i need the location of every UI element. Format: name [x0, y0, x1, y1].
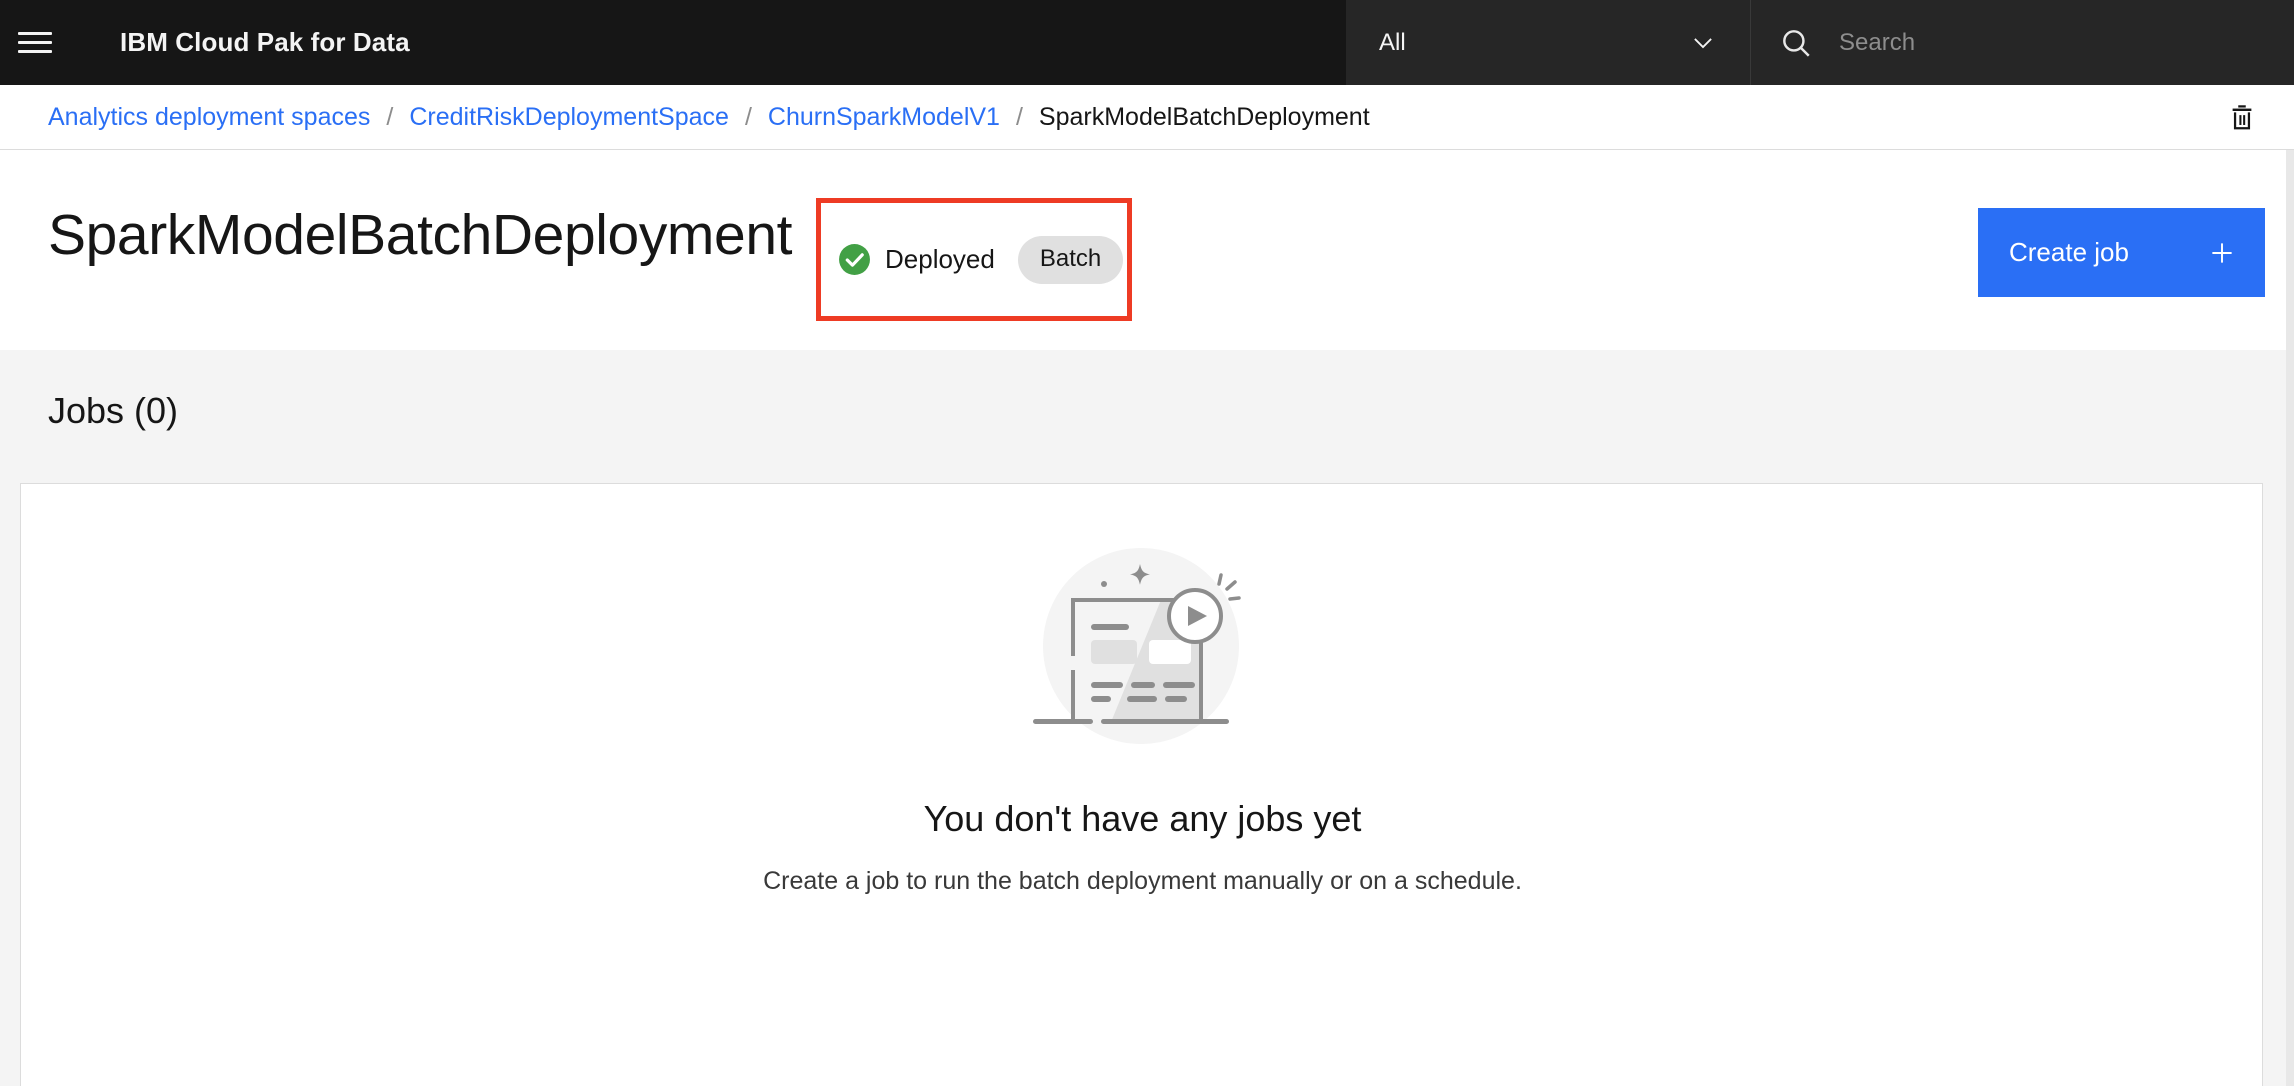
breadcrumb-item-churnsparkmodelv1[interactable]: ChurnSparkModelV1 [768, 103, 1000, 132]
page-title: SparkModelBatchDeployment [48, 203, 793, 267]
hamburger-bars [18, 26, 52, 59]
deployment-status-group: Deployed Batch [821, 235, 1124, 284]
app-header: IBM Cloud Pak for Data All [0, 0, 2294, 85]
status-badge: Deployed [885, 244, 995, 274]
search-scope-dropdown[interactable]: All [1346, 0, 1751, 85]
deployment-status-highlight: Deployed Batch [816, 198, 1132, 321]
trash-icon [2232, 105, 2252, 130]
breadcrumb-separator: / [1015, 102, 1023, 131]
create-job-button[interactable]: Create job [1978, 208, 2265, 297]
header-spacer [410, 0, 1346, 85]
plus-icon [2212, 242, 2232, 263]
search-input[interactable] [1813, 28, 2243, 57]
no-jobs-illustration [1032, 548, 1241, 744]
deployment-type-tag: Batch [1017, 235, 1124, 284]
jobs-section-heading: Jobs (0) [48, 390, 179, 431]
empty-state-subtitle: Create a job to run the batch deployment… [763, 867, 1522, 895]
jobs-card: You don't have any jobs yet Create a job… [20, 483, 2263, 1086]
jobs-section: Jobs (0) You don't have any jobs yet Cre… [0, 350, 2294, 1086]
breadcrumb-item-current: SparkModelBatchDeployment [1038, 102, 1370, 131]
chevron-down-icon [1694, 37, 1712, 48]
create-job-label: Create job [2009, 237, 2129, 267]
breadcrumb-separator: / [744, 102, 752, 131]
breadcrumb-item-analytics-deployment-spaces[interactable]: Analytics deployment spaces [48, 103, 370, 132]
breadcrumb-item-creditriskdeploymentspace[interactable]: CreditRiskDeploymentSpace [409, 103, 729, 132]
page-scrollbar[interactable] [2286, 150, 2294, 1086]
global-search[interactable] [1751, 0, 2294, 85]
breadcrumb: Analytics deployment spaces / CreditRisk… [0, 103, 1370, 132]
breadcrumb-separator: / [386, 102, 394, 131]
hamburger-menu-icon[interactable] [0, 0, 70, 85]
search-scope-label: All [1379, 28, 1406, 56]
brand-title: IBM Cloud Pak for Data [120, 27, 410, 57]
page-header: SparkModelBatchDeployment Deployed Batch… [0, 150, 2294, 350]
checkmark-filled-icon [839, 244, 870, 275]
search-icon [1783, 29, 1810, 57]
delete-deployment-button[interactable] [2220, 95, 2264, 139]
breadcrumb-bar: Analytics deployment spaces / CreditRisk… [0, 85, 2294, 150]
empty-state-title: You don't have any jobs yet [923, 798, 1362, 839]
jobs-empty-state: You don't have any jobs yet Create a job… [21, 484, 2262, 896]
